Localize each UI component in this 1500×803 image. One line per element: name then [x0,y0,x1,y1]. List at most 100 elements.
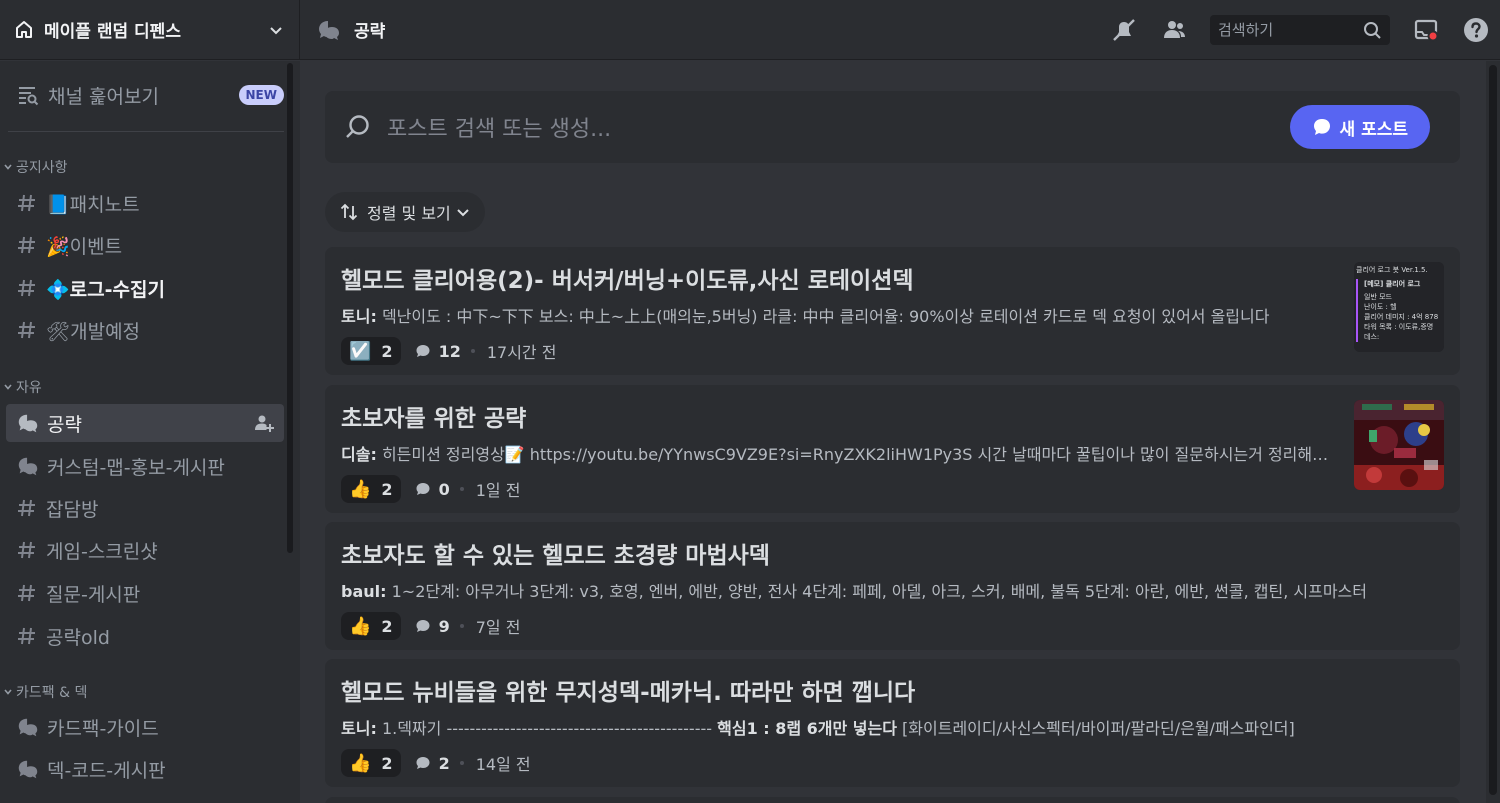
post-author: 토니: [341,719,377,738]
chevron-down-icon[interactable] [267,21,285,39]
forum-post[interactable]: 헬모드 클리어용(2)- 버서커/버닝+이도류,사신 로테이션덱 토니: 덱난이… [325,247,1460,375]
message-count: 12 [415,342,461,361]
message-count-value: 2 [438,753,450,773]
post-preview-text: 1~2단계: 아무거나 3단계: v3, 호영, 엔버, 에반, 양반, 전사 … [391,582,1367,601]
sidebar-item-patch-notes[interactable]: 📘패치노트 [6,184,284,222]
sidebar-item-screenshots[interactable]: 게임-스크린샷 [6,531,284,569]
post-title: 초보자도 할 수 있는 헬모드 초경량 마법사덱 [341,543,770,569]
thumb-line: 클리어 데미지 : 4억 878 [1364,313,1439,321]
member-list-icon[interactable] [1160,16,1188,44]
thumb-line: [메모] 클리어 로그 [1364,280,1421,288]
thumb-line: 타워 목록 : 이도류,증명 [1364,323,1434,331]
text-channel-icon [18,541,35,559]
add-member-icon[interactable] [254,413,274,433]
category-announcements[interactable]: 공지사항 [2,157,68,177]
sidebar-item-custom-map[interactable]: 커스텀-맵-홍보-게시판 [6,447,284,485]
category-label: 카드팩 & 덱 [16,685,88,701]
sidebar-item-log-collector[interactable]: 💠로그-수집기 [6,269,284,307]
message-count-value: 12 [438,341,461,361]
sort-and-view-button[interactable]: 정렬 및 보기 [325,192,485,232]
server-boost-icon [16,20,32,38]
category-label: 자유 [16,380,42,396]
separator-dot [459,487,464,491]
post-thumbnail[interactable]: 클리어 로그 봇 Ver.1.5. [메모] 클리어 로그 일반 모드 난이도 … [1354,262,1444,352]
post-title: 헬모드 뉴비들을 위한 무지성덱-메카닉. 따라만 하면 깹니다 [341,680,916,706]
forum-icon [18,457,38,476]
game-screenshot-image [1354,400,1444,490]
message-icon [416,620,430,632]
message-count: 2 [415,754,450,773]
help-icon[interactable] [1462,16,1490,44]
channel-title: 공략 [354,22,386,42]
chevron-down-icon [4,164,12,170]
notification-muted-icon[interactable] [1110,16,1138,44]
post-meta: ☑️ 2 12 17시간 전 [341,337,1444,365]
sort-icon [340,203,358,221]
forum-post-partial[interactable] [325,797,1460,803]
forum-icon [18,414,38,433]
category-free[interactable]: 자유 [2,377,42,397]
reaction-count: 2 [381,616,393,636]
sidebar-item-cardpack-guide[interactable]: 카드팩-가이드 [6,708,284,746]
forum-post[interactable]: 초보자도 할 수 있는 헬모드 초경량 마법사덱 baul: 1~2단계: 아무… [325,522,1460,650]
server-header[interactable]: 메이플 랜덤 디펜스 [0,0,300,60]
forum-post[interactable]: 헬모드 뉴비들을 위한 무지성덱-메카닉. 따라만 하면 깹니다 토니: 1.덱… [325,659,1460,787]
post-title: 초보자를 위한 공략 [341,406,527,432]
sidebar-item-chat[interactable]: 잡담방 [6,489,284,527]
server-name: 메이플 랜덤 디펜스 [44,22,181,42]
post-time: 17시간 전 [486,343,557,362]
main-scrollbar[interactable] [1486,61,1500,803]
post-preview: 디솔: 히든미션 정리영상📝 https://youtu.be/YYnwsC9V… [341,441,1331,465]
reaction-emoji: 👍 [349,752,372,774]
forum-icon [18,718,38,737]
new-post-button[interactable]: 새 포스트 [1289,105,1430,149]
sort-label: 정렬 및 보기 [367,204,451,223]
forum-post[interactable]: 초보자를 위한 공략 디솔: 히든미션 정리영상📝 https://youtu.… [325,385,1460,513]
text-channel-icon [18,279,35,297]
sidebar-item-guide[interactable]: 공략 [6,404,284,442]
post-meta: 👍 2 2 14일 전 [341,749,1444,777]
search-placeholder: 검색하기 [1218,21,1274,39]
post-author: 토니: [341,307,377,326]
post-meta: 👍 2 0 1일 전 [341,475,1444,503]
category-cardpack-deck[interactable]: 카드팩 & 덱 [2,682,87,702]
post-time: 1일 전 [475,481,521,500]
inbox-icon[interactable] [1412,16,1440,44]
post-author: baul: [341,582,387,601]
message-icon [416,345,430,357]
post-preview-text: 덱난이도 : 中下~下下 보스: 中上~上上(매의눈,5버닝) 라클: 中中 클… [381,307,1270,326]
channel-label: 커스텀-맵-홍보-게시판 [47,456,225,479]
reaction-button[interactable]: 👍 2 [341,612,401,640]
forum-icon [18,760,38,779]
post-search-input[interactable]: 포스트 검색 또는 생성... 새 포스트 [325,91,1460,163]
search-input[interactable]: 검색하기 [1210,14,1390,45]
browse-channels-icon [19,87,39,106]
sidebar-item-dev-plans[interactable]: 🛠개발예정 [6,311,284,349]
sidebar-item-events[interactable]: 🎉이벤트 [6,226,284,264]
post-preview: 토니: 덱난이도 : 中下~下下 보스: 中上~上上(매의눈,5버닝) 라클: … [341,303,1331,327]
chevron-down-icon [4,384,12,390]
search-icon [346,115,369,138]
post-preview-text: [화이트레이디/사신스펙터/바이퍼/팔라딘/은월/패스파인더] [896,719,1295,738]
reaction-button[interactable]: 👍 2 [341,475,401,503]
category-label: 공지사항 [16,160,68,176]
channel-sidebar: 채널 훑어보기 NEW 공지사항 📘패치노트 🎉이벤트 💠로그-수집기 🛠개발예… [0,61,300,803]
sidebar-item-guide-old[interactable]: 공략old [6,617,284,655]
main-scrollbar-thumb[interactable] [1489,65,1497,795]
reaction-button[interactable]: 👍 2 [341,749,401,777]
sidebar-item-questions[interactable]: 질문-게시판 [6,574,284,612]
channel-label: 카드팩-가이드 [47,717,159,740]
thumb-line: 클리어 로그 봇 Ver.1.5. [1356,266,1428,274]
sidebar-scrollbar[interactable] [287,63,293,553]
post-author: 디솔: [341,445,377,464]
sidebar-item-deck-code[interactable]: 덱-코드-게시판 [6,750,284,788]
post-search-placeholder: 포스트 검색 또는 생성... [387,117,612,142]
separator-dot [459,761,464,765]
reaction-emoji: 👍 [349,478,372,500]
channel-label: 공략 [47,413,82,436]
thumb-line: 난이도 : 헬 [1364,303,1397,311]
post-preview: 토니: 1.덱짜기 ------------------------------… [341,715,1436,739]
reaction-button[interactable]: ☑️ 2 [341,337,401,365]
post-thumbnail[interactable] [1354,400,1444,490]
browse-channels-button[interactable]: 채널 훑어보기 NEW [6,75,284,115]
